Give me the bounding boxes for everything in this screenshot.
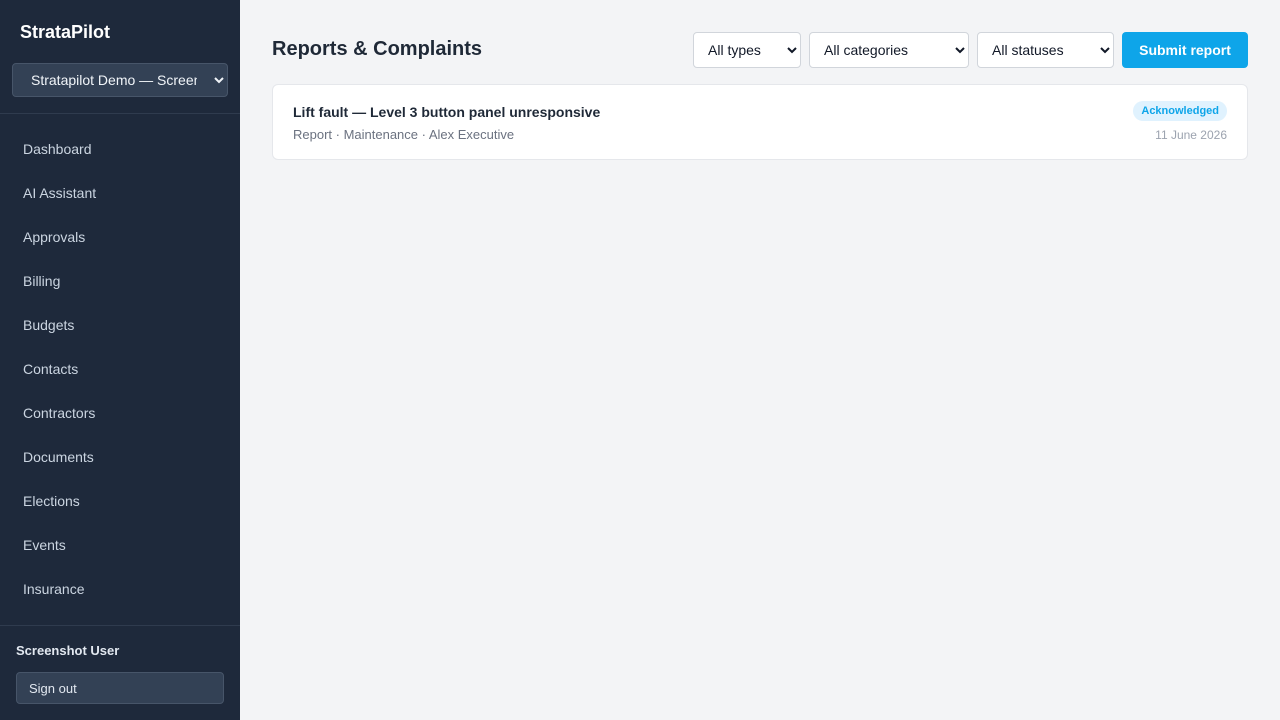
sidebar-item-insurance[interactable]: Insurance [0,567,240,611]
sidebar-item-ai-assistant[interactable]: AI Assistant [0,171,240,215]
report-date: 11 June 2026 [1155,128,1227,142]
sidebar-item-dashboard[interactable]: Dashboard [0,127,240,171]
submit-report-button[interactable]: Submit report [1122,32,1248,68]
sidebar: StrataPilot Stratapilot Demo — Screensho… [0,0,240,720]
report-meta: Report · Maintenance · Alex Executive [293,127,515,142]
status-filter-select[interactable]: All statuses [977,32,1114,68]
sidebar-divider [0,625,240,626]
sidebar-divider [0,113,240,114]
sign-out-button[interactable]: Sign out [16,672,224,704]
org-select[interactable]: Stratapilot Demo — Screenshot [12,63,228,97]
sidebar-nav: Dashboard AI Assistant Approvals Billing… [0,127,240,611]
current-user-name: Screenshot User [16,643,120,658]
sidebar-item-budgets[interactable]: Budgets [0,303,240,347]
page-title: Reports & Complaints [272,38,483,60]
type-filter-select[interactable]: All types [693,32,801,68]
sidebar-item-billing[interactable]: Billing [0,259,240,303]
sidebar-item-documents[interactable]: Documents [0,435,240,479]
report-title: Lift fault — Level 3 button panel unresp… [293,104,601,120]
category-filter-select[interactable]: All categories [809,32,969,68]
sidebar-item-approvals[interactable]: Approvals [0,215,240,259]
sidebar-item-contractors[interactable]: Contractors [0,391,240,435]
org-selector: Stratapilot Demo — Screenshot [12,63,228,97]
sidebar-item-contacts[interactable]: Contacts [0,347,240,391]
report-card[interactable]: Lift fault — Level 3 button panel unresp… [272,84,1248,160]
sidebar-item-events[interactable]: Events [0,523,240,567]
brand-logo: StrataPilot [20,22,111,42]
status-badge: Acknowledged [1133,101,1227,121]
sidebar-item-elections[interactable]: Elections [0,479,240,523]
